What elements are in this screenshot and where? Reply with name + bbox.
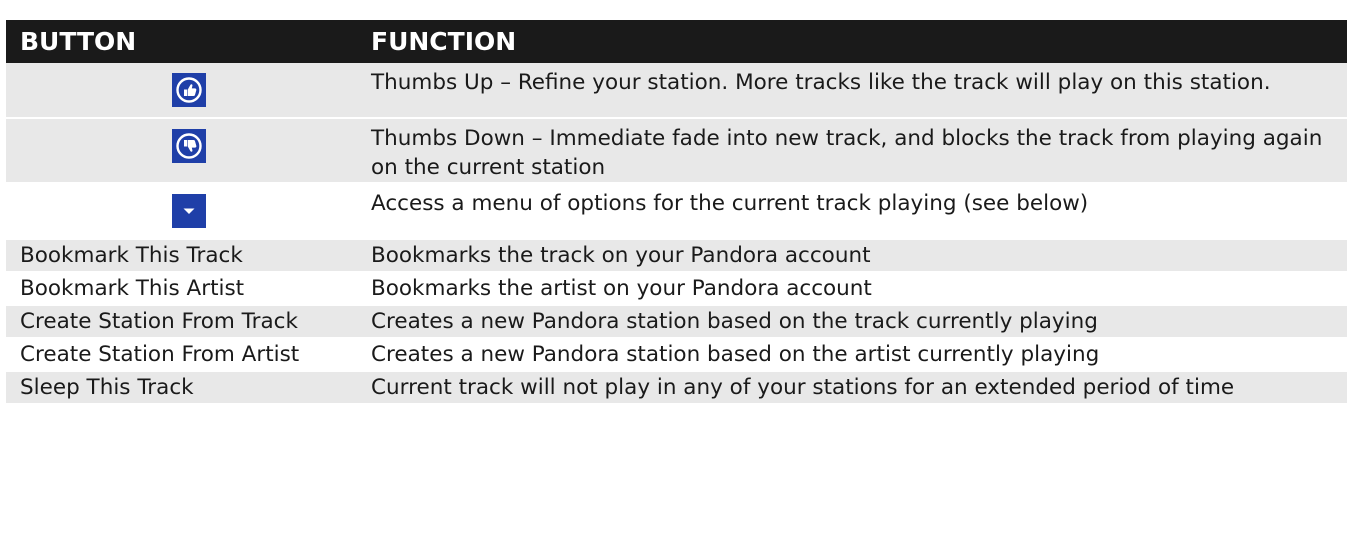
function-cell: Bookmarks the artist on your Pandora acc…	[371, 272, 1347, 306]
button-cell	[6, 183, 371, 240]
table-row: Bookmark This Artist Bookmarks the artis…	[6, 272, 1347, 306]
dropdown-arrow-icon	[171, 194, 206, 228]
function-cell: Bookmarks the track on your Pandora acco…	[371, 239, 1347, 273]
button-cell: Sleep This Track	[6, 371, 371, 405]
function-cell: Thumbs Up – Refine your station. More tr…	[371, 63, 1347, 119]
button-column-header: BUTTON	[6, 20, 371, 63]
table-row: Create Station From Track Creates a new …	[6, 305, 1347, 339]
button-cell: Bookmark This Track	[6, 239, 371, 273]
button-cell: Create Station From Artist	[6, 338, 371, 372]
button-cell: Create Station From Track	[6, 305, 371, 339]
table-header-row: BUTTON FUNCTION	[6, 20, 1347, 63]
function-cell: Thumbs Down – Immediate fade into new tr…	[371, 118, 1347, 184]
button-cell	[6, 63, 371, 119]
table-row: Access a menu of options for the current…	[6, 183, 1347, 240]
table-row: Bookmark This Track Bookmarks the track …	[6, 239, 1347, 273]
table-row: Thumbs Down – Immediate fade into new tr…	[6, 118, 1347, 184]
table-row: Sleep This Track Current track will not …	[6, 371, 1347, 405]
button-function-table: BUTTON FUNCTION Thumbs Up – Refine your …	[6, 20, 1347, 405]
function-cell: Current track will not play in any of yo…	[371, 371, 1347, 405]
function-cell: Creates a new Pandora station based on t…	[371, 338, 1347, 372]
thumbs-up-icon	[171, 73, 206, 107]
table-row: Create Station From Artist Creates a new…	[6, 338, 1347, 372]
button-cell: Bookmark This Artist	[6, 272, 371, 306]
function-cell: Access a menu of options for the current…	[371, 183, 1347, 240]
thumbs-down-icon	[171, 129, 206, 163]
function-cell: Creates a new Pandora station based on t…	[371, 305, 1347, 339]
function-column-header: FUNCTION	[371, 20, 1347, 63]
table-row: Thumbs Up – Refine your station. More tr…	[6, 63, 1347, 119]
button-cell	[6, 118, 371, 184]
